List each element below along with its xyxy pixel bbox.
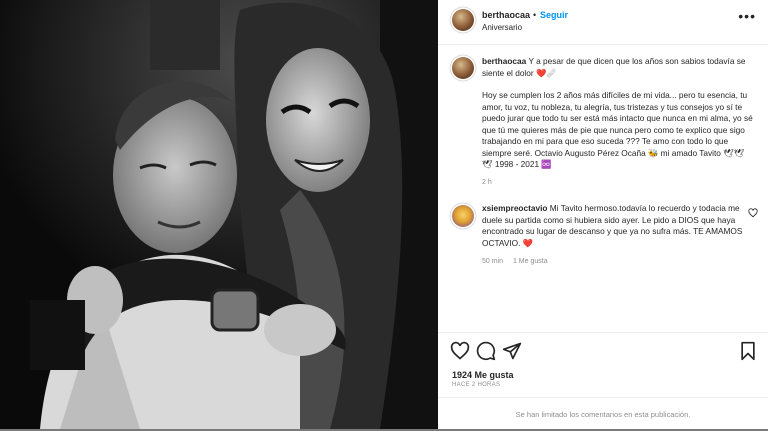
comment-timestamp[interactable]: 50 min — [482, 258, 503, 265]
couple-photo-image — [0, 0, 438, 429]
caption-username[interactable]: berthaocaa — [482, 56, 526, 66]
bookmark-icon[interactable] — [738, 341, 758, 361]
commenter-username[interactable]: xsiempreoctavio — [482, 203, 547, 213]
author-avatar[interactable] — [452, 9, 474, 31]
comments-section: berthaocaa Y a pesar de que dicen que lo… — [438, 45, 768, 332]
comment-likes[interactable]: 1 Me gusta — [513, 258, 548, 265]
comments-limited-notice: Se han limitado los comentarios en esta … — [438, 397, 768, 431]
post-actions: 1924 Me gusta HACE 2 HORAS Se han limita… — [438, 332, 768, 430]
post-location[interactable]: Aniversario — [482, 23, 522, 32]
post-photo[interactable] — [0, 0, 438, 429]
post-header: berthaocaa • Seguir Aniversario ••• — [438, 0, 768, 45]
post-caption: berthaocaa Y a pesar de que dicen que lo… — [482, 56, 754, 171]
likes-count[interactable]: 1924 Me gusta — [452, 370, 514, 380]
caption-timestamp[interactable]: 2 h — [482, 179, 492, 186]
caption-body: Hoy se cumplen los 2 años más difíciles … — [482, 90, 753, 169]
comment-heart-icon[interactable] — [748, 208, 758, 218]
commenter-avatar[interactable] — [452, 205, 474, 227]
share-paper-plane-icon[interactable] — [502, 341, 522, 361]
comment-meta: 50 min 1 Me gusta — [482, 258, 556, 265]
comment-item: xsiempreoctavio Mi Tavito hermoso.todaví… — [482, 203, 744, 249]
like-heart-icon[interactable] — [450, 341, 470, 361]
separator-dot: • — [533, 10, 537, 20]
comment-bubble-icon[interactable] — [476, 341, 496, 361]
follow-button[interactable]: Seguir — [540, 10, 568, 20]
more-horizontal-icon[interactable]: ••• — [738, 8, 756, 24]
post-sidebar: berthaocaa • Seguir Aniversario ••• bert… — [438, 0, 768, 429]
post-time[interactable]: HACE 2 HORAS — [452, 382, 500, 388]
caption-avatar[interactable] — [452, 57, 474, 79]
author-username[interactable]: berthaocaa — [482, 10, 530, 20]
